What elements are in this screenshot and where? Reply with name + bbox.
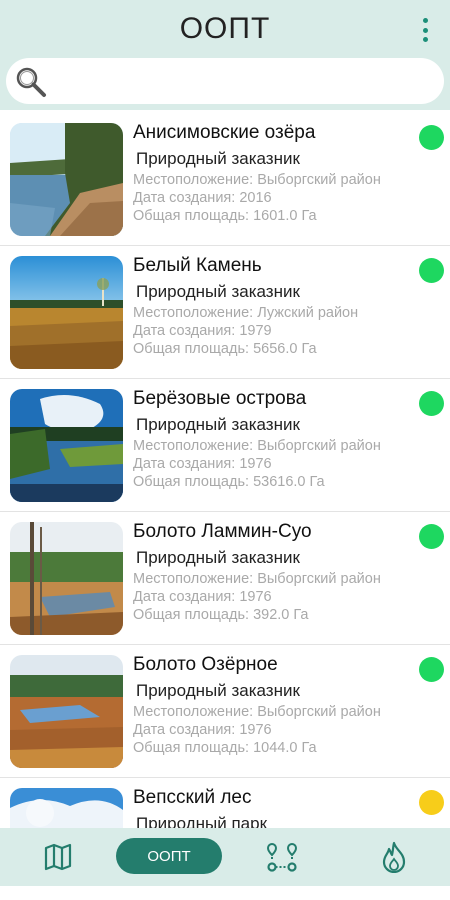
item-created: Дата создания: 2016 bbox=[133, 190, 272, 206]
search-icon bbox=[16, 67, 46, 97]
list-item[interactable]: Болото Ламмин-Суо Природный заказник Мес… bbox=[0, 512, 450, 645]
item-created: Дата создания: 1979 bbox=[133, 323, 272, 339]
status-dot bbox=[419, 790, 444, 815]
status-dot bbox=[419, 524, 444, 549]
item-type: Природный заказник bbox=[136, 415, 300, 434]
item-photo bbox=[10, 788, 123, 828]
nav-map[interactable] bbox=[30, 828, 86, 886]
status-dot bbox=[419, 391, 444, 416]
system-nav-strip bbox=[0, 886, 450, 900]
item-location: Местоположение: Выборгский район bbox=[133, 438, 381, 454]
item-created: Дата создания: 1976 bbox=[133, 589, 272, 605]
status-dot bbox=[419, 657, 444, 682]
item-type: Природный парк bbox=[136, 814, 268, 828]
item-location: Местоположение: Лужский район bbox=[133, 305, 359, 321]
search-input[interactable] bbox=[54, 66, 434, 96]
item-name: Белый Камень bbox=[133, 255, 262, 276]
item-created: Дата создания: 1976 bbox=[133, 456, 272, 472]
item-photo bbox=[10, 389, 123, 502]
list-item[interactable]: Вепсский лес Природный парк bbox=[0, 778, 450, 828]
item-location: Местоположение: Выборгский район bbox=[133, 704, 381, 720]
item-photo bbox=[10, 256, 123, 369]
item-photo bbox=[10, 522, 123, 635]
item-type: Природный заказник bbox=[136, 681, 300, 700]
oopt-list[interactable]: Анисимовские озёра Природный заказник Ме… bbox=[0, 113, 450, 828]
page-title: ООПТ bbox=[179, 12, 271, 45]
status-dot bbox=[419, 125, 444, 150]
item-name: Болото Озёрное bbox=[133, 654, 278, 675]
item-photo bbox=[10, 655, 123, 768]
list-item[interactable]: Болото Озёрное Природный заказник Местоп… bbox=[0, 645, 450, 778]
item-name: Берёзовые острова bbox=[133, 388, 307, 409]
bottom-navigation: ООПТ bbox=[0, 828, 450, 886]
nav-routes[interactable] bbox=[252, 828, 312, 886]
item-location: Местоположение: Выборгский район bbox=[133, 571, 381, 587]
item-area: Общая площадь: 5656.0 Га bbox=[133, 341, 317, 357]
list-item[interactable]: Берёзовые острова Природный заказник Мес… bbox=[0, 379, 450, 512]
more-menu-icon[interactable] bbox=[414, 16, 436, 44]
item-type: Природный заказник bbox=[136, 282, 300, 301]
map-icon bbox=[44, 843, 72, 871]
list-item[interactable]: Анисимовские озёра Природный заказник Ме… bbox=[0, 113, 450, 246]
item-photo bbox=[10, 123, 123, 236]
item-name: Вепсский лес bbox=[133, 787, 252, 808]
nav-oopt-button[interactable]: ООПТ bbox=[116, 838, 222, 874]
item-area: Общая площадь: 1601.0 Га bbox=[133, 208, 317, 224]
item-area: Общая площадь: 53616.0 Га bbox=[133, 474, 325, 490]
nav-fire[interactable] bbox=[366, 828, 422, 886]
item-location: Местоположение: Выборгский район bbox=[133, 172, 381, 188]
item-name: Анисимовские озёра bbox=[133, 122, 316, 143]
item-type: Природный заказник bbox=[136, 548, 300, 567]
item-area: Общая площадь: 1044.0 Га bbox=[133, 740, 317, 756]
item-name: Болото Ламмин-Суо bbox=[133, 521, 312, 542]
item-type: Природный заказник bbox=[136, 149, 300, 168]
search-bar[interactable] bbox=[6, 58, 444, 104]
status-dot bbox=[419, 258, 444, 283]
item-area: Общая площадь: 392.0 Га bbox=[133, 607, 309, 623]
fire-icon bbox=[382, 841, 406, 873]
top-app-bar: ООПТ bbox=[0, 0, 450, 110]
route-icon bbox=[266, 842, 298, 872]
item-created: Дата создания: 1976 bbox=[133, 722, 272, 738]
list-item[interactable]: Белый Камень Природный заказник Местопол… bbox=[0, 246, 450, 379]
